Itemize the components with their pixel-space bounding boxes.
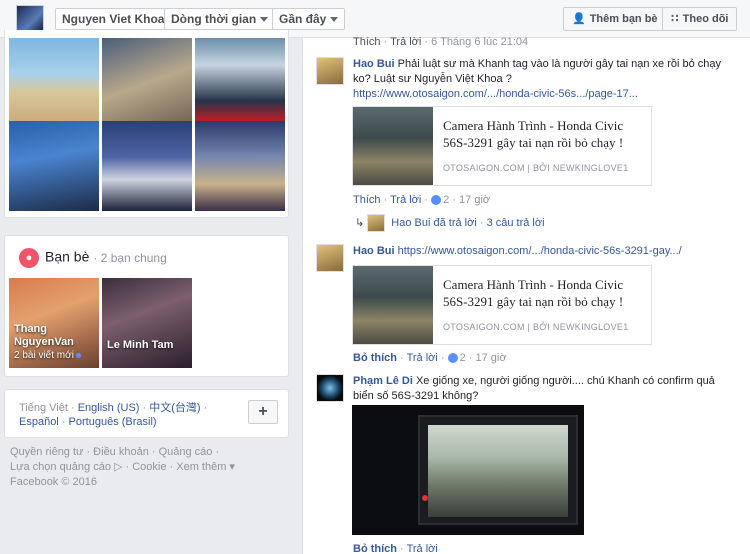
profile-avatar[interactable] bbox=[16, 5, 44, 33]
link-title: Camera Hành Trình - Honda Civic 56S-3291… bbox=[443, 118, 624, 150]
add-friend-icon: 👤 bbox=[572, 13, 586, 25]
friend-name: Le Minh Tam bbox=[107, 339, 173, 352]
link-preview-card[interactable]: Camera Hành Trình - Honda Civic 56S-3291… bbox=[352, 265, 652, 345]
friend-name-text: Le Minh Tam bbox=[107, 339, 174, 351]
language-link[interactable]: 中文(台灣) bbox=[149, 402, 200, 414]
reply-link[interactable]: Trả lời bbox=[407, 352, 438, 364]
commenter-avatar[interactable] bbox=[316, 57, 344, 85]
unlike-link[interactable]: Bỏ thích bbox=[353, 352, 397, 364]
comment-timestamp[interactable]: 6 Tháng 6 lúc 21:04 bbox=[431, 36, 528, 48]
current-language: Tiếng Việt bbox=[19, 402, 68, 414]
friends-title-link[interactable]: Bạn bè bbox=[45, 249, 89, 265]
like-count[interactable]: 2 bbox=[443, 194, 449, 206]
like-thumb-icon bbox=[431, 195, 442, 206]
footer-links-2[interactable]: Lựa chọn quảng cáo ▷ · Cookie · Xem thêm… bbox=[10, 460, 280, 475]
comment-author[interactable]: Phạm Lê Di bbox=[353, 375, 413, 387]
link-thumbnail bbox=[353, 107, 433, 185]
reply-arrow-icon: ↳ bbox=[355, 216, 365, 229]
like-thumb-icon bbox=[447, 353, 458, 364]
dashcam-screen bbox=[418, 415, 578, 525]
link-title: Camera Hành Trình - Honda Civic 56S-3291… bbox=[443, 277, 624, 309]
link-source: OTOSAIGON.COM | BỞI NEWKINGLOVE1 bbox=[443, 322, 629, 332]
comment-url[interactable]: https://www.otosaigon.com/.../honda-civi… bbox=[353, 88, 638, 100]
friend-tile[interactable]: Le Minh Tam bbox=[102, 278, 192, 368]
comment-actions: Bỏ thích · Trả lời · 2 · 17 giờ bbox=[353, 352, 507, 364]
link-preview-card[interactable]: Camera Hành Trình - Honda Civic 56S-3291… bbox=[352, 106, 652, 186]
photo-thumbnail[interactable] bbox=[9, 121, 99, 211]
photo-thumbnail[interactable] bbox=[195, 38, 285, 128]
recent-dropdown-label: Gần đây bbox=[279, 12, 327, 26]
photo-thumbnail[interactable] bbox=[195, 121, 285, 211]
friends-header: ● Bạn bè · 2 bạn chung bbox=[19, 248, 167, 268]
photos-card bbox=[4, 30, 289, 218]
language-link[interactable]: English (US) bbox=[78, 402, 140, 414]
rss-icon: ∷ bbox=[671, 13, 679, 25]
follow-button[interactable]: ∷ Theo dõi bbox=[662, 7, 738, 31]
language-link[interactable]: Português (Brasil) bbox=[69, 416, 157, 428]
friends-icon: ● bbox=[19, 248, 39, 268]
reply-count: 3 câu trả lời bbox=[486, 216, 545, 229]
like-link[interactable]: Thích bbox=[353, 194, 381, 206]
page-footer: Quyền riêng tư · Điều khoản · Quảng cáo … bbox=[10, 445, 280, 490]
chevron-down-icon bbox=[260, 17, 269, 23]
commenter-avatar[interactable] bbox=[316, 374, 344, 402]
comments-feed: Thích · Trả lời · 6 Tháng 6 lúc 21:04 Ha… bbox=[302, 36, 750, 554]
friends-card: ● Bạn bè · 2 bạn chung Thang NguyenVan 2 bà… bbox=[4, 235, 289, 377]
comment-body: Hao Bui Phải luật sư mà Khanh tag vào là… bbox=[353, 57, 738, 102]
timeline-dropdown[interactable]: Dòng thời gian bbox=[164, 8, 276, 30]
comment-actions: Bỏ thích · Trả lời bbox=[353, 543, 438, 554]
comment-text: Phải luật sư mà Khanh tag vào là người g… bbox=[353, 58, 722, 85]
comment-url[interactable]: https://www.otosaigon.com/.../honda-civi… bbox=[398, 245, 682, 257]
like-link[interactable]: Thích bbox=[353, 36, 381, 48]
photo-thumbnail[interactable] bbox=[9, 38, 99, 128]
attached-photo[interactable] bbox=[352, 405, 584, 535]
comment-actions: Thích · Trả lời · 6 Tháng 6 lúc 21:04 bbox=[353, 36, 529, 48]
add-friend-label: Thêm bạn bè bbox=[589, 13, 658, 25]
commenter-avatar[interactable] bbox=[316, 244, 344, 272]
mutual-friends-count: · 2 bạn chung bbox=[93, 250, 167, 265]
link-source: OTOSAIGON.COM | BỞI NEWKINGLOVE1 bbox=[443, 163, 629, 173]
profile-name-label: Nguyen Viet Khoa bbox=[62, 12, 165, 26]
comment-actions: Thích · Trả lời · 2 · 17 giờ bbox=[353, 194, 491, 206]
comment-author[interactable]: Hao Bui bbox=[353, 245, 395, 257]
add-friend-button[interactable]: 👤 Thêm bạn bè bbox=[563, 7, 667, 31]
photo-thumbnail[interactable] bbox=[102, 121, 192, 211]
plus-icon: + bbox=[258, 403, 268, 420]
new-post-dot bbox=[75, 352, 81, 358]
comment-body: Hao Bui https://www.otosaigon.com/.../ho… bbox=[353, 244, 738, 259]
language-link[interactable]: Español bbox=[19, 416, 59, 428]
unlike-link[interactable]: Bỏ thích bbox=[353, 543, 397, 554]
reply-link[interactable]: Trả lời bbox=[390, 36, 421, 48]
chevron-down-icon bbox=[330, 17, 339, 23]
comment-timestamp[interactable]: 17 giờ bbox=[459, 194, 490, 206]
replied-by-text: Hao Bui đã trả lời bbox=[391, 216, 477, 229]
language-card: Tiếng Việt · English (US) · 中文(台灣) · Esp… bbox=[4, 389, 289, 438]
comment-timestamp[interactable]: 17 giờ bbox=[476, 352, 507, 364]
photo-thumbnail[interactable] bbox=[102, 38, 192, 128]
recent-dropdown[interactable]: Gần đây bbox=[272, 8, 346, 30]
friend-activity: 2 bài viết mới bbox=[14, 350, 74, 361]
profile-name-button[interactable]: Nguyen Viet Khoa bbox=[55, 8, 172, 30]
reply-avatar bbox=[367, 214, 386, 232]
reply-link[interactable]: Trả lời bbox=[407, 543, 438, 554]
copyright: Facebook © 2016 bbox=[10, 476, 97, 488]
friend-name: Thang NguyenVan 2 bài viết mới bbox=[14, 323, 99, 362]
more-languages-button[interactable]: + bbox=[248, 400, 278, 424]
view-replies-link[interactable]: ↳ Hao Bui đã trả lời · 3 câu trả lời bbox=[355, 214, 545, 232]
link-thumbnail bbox=[353, 266, 433, 344]
record-indicator bbox=[422, 495, 428, 501]
dashcam-footage bbox=[428, 425, 568, 517]
language-list: Tiếng Việt · English (US) · 中文(台灣) · Esp… bbox=[19, 402, 208, 428]
friend-tile[interactable]: Thang NguyenVan 2 bài viết mới bbox=[9, 278, 99, 368]
comment-body: Phạm Lê Di Xe giống xe, người giống ngườ… bbox=[353, 374, 738, 404]
reply-link[interactable]: Trả lời bbox=[390, 194, 421, 206]
friend-name-text: Thang NguyenVan bbox=[14, 323, 74, 348]
timeline-dropdown-label: Dòng thời gian bbox=[171, 12, 257, 26]
footer-links-1[interactable]: Quyền riêng tư · Điều khoản · Quảng cáo … bbox=[10, 445, 280, 460]
like-count[interactable]: 2 bbox=[460, 352, 466, 364]
follow-label: Theo dõi bbox=[682, 13, 729, 25]
comment-author[interactable]: Hao Bui bbox=[353, 58, 395, 70]
